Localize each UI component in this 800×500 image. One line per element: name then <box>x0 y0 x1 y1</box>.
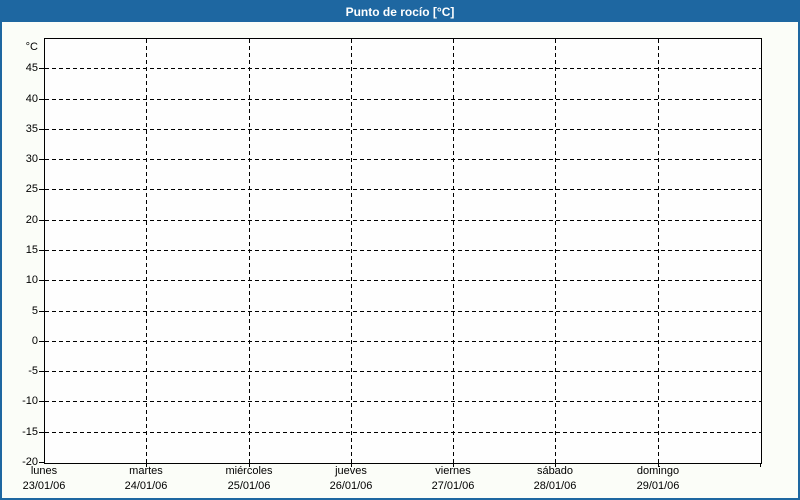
y-axis-tick <box>39 341 44 342</box>
chart-title: Punto de rocío [°C] <box>345 5 455 19</box>
y-axis-tick-label: 40 <box>25 93 38 105</box>
day-name-label: martes <box>129 465 163 477</box>
x-axis-day-label: domingo 29/01/06 <box>637 464 680 494</box>
y-gridline <box>45 159 761 160</box>
y-axis-tick <box>39 432 44 433</box>
x-axis-day-label: viernes 27/01/06 <box>432 464 475 494</box>
x-gridline <box>555 39 556 463</box>
y-gridline <box>45 220 761 221</box>
day-date-label: 23/01/06 <box>22 480 66 492</box>
day-date-label: 27/01/06 <box>431 480 475 492</box>
day-name-label: miércoles <box>225 465 273 477</box>
y-axis-tick <box>39 401 44 402</box>
day-name-label: domingo <box>636 465 680 477</box>
y-axis-tick-label: 20 <box>25 214 38 226</box>
day-name-label: sábado <box>536 465 574 477</box>
x-axis-tick <box>760 463 761 467</box>
plot-area <box>39 38 762 467</box>
y-axis-tick-label: -15 <box>22 426 38 438</box>
y-gridline <box>45 250 761 251</box>
day-date-label: 28/01/06 <box>533 480 577 492</box>
x-gridline <box>249 39 250 463</box>
y-axis-tick-label: 45 <box>25 62 38 74</box>
y-gridline <box>45 189 761 190</box>
y-gridline <box>45 371 761 372</box>
y-axis-tick <box>39 462 44 463</box>
y-gridline <box>45 432 761 433</box>
x-axis-day-label: miércoles 25/01/06 <box>225 464 272 494</box>
x-axis-day-label: sábado 28/01/06 <box>534 464 577 494</box>
y-axis-tick <box>39 250 44 251</box>
y-axis-tick <box>39 280 44 281</box>
y-axis-tick-label: 0 <box>31 335 38 347</box>
y-axis-tick-label: 15 <box>25 244 38 256</box>
y-axis-tick-label: 35 <box>25 123 38 135</box>
x-axis-day-label: martes 24/01/06 <box>125 464 168 494</box>
day-date-label: 29/01/06 <box>636 480 680 492</box>
day-date-label: 26/01/06 <box>329 480 373 492</box>
day-date-label: 24/01/06 <box>124 480 168 492</box>
y-axis-tick <box>39 159 44 160</box>
y-axis-tick <box>39 220 44 221</box>
y-axis-tick <box>39 129 44 130</box>
day-name-label: viernes <box>435 465 471 477</box>
day-name-label: jueves <box>335 465 367 477</box>
y-axis-tick-label: 25 <box>25 183 38 195</box>
y-axis-tick <box>39 371 44 372</box>
y-axis-unit-label: °C <box>25 41 38 53</box>
x-gridline <box>658 39 659 463</box>
y-axis-tick-label: 5 <box>31 305 38 317</box>
y-gridline <box>45 99 761 100</box>
y-gridline <box>45 280 761 281</box>
y-gridline <box>45 68 761 69</box>
x-gridline <box>453 39 454 463</box>
y-gridline <box>45 341 761 342</box>
x-axis-day-label: jueves 26/01/06 <box>330 464 373 494</box>
y-axis-tick-label: -10 <box>22 395 38 407</box>
y-axis-tick <box>39 68 44 69</box>
y-axis-tick-label: 30 <box>25 153 38 165</box>
y-axis-tick-label: 10 <box>25 274 38 286</box>
day-date-label: 25/01/06 <box>227 480 271 492</box>
chart-window: Punto de rocío [°C] °C lunes 23/01/06 mart… <box>0 0 800 500</box>
y-axis-tick <box>39 99 44 100</box>
y-gridline <box>45 401 761 402</box>
y-axis-tick <box>39 311 44 312</box>
y-axis-tick-label: -20 <box>22 456 38 468</box>
y-axis-tick <box>39 189 44 190</box>
y-gridline <box>45 311 761 312</box>
y-axis-tick-label: -5 <box>28 365 38 377</box>
x-gridline <box>351 39 352 463</box>
chart-title-bar: Punto de rocío [°C] <box>2 2 798 22</box>
y-gridline <box>45 129 761 130</box>
x-gridline <box>146 39 147 463</box>
